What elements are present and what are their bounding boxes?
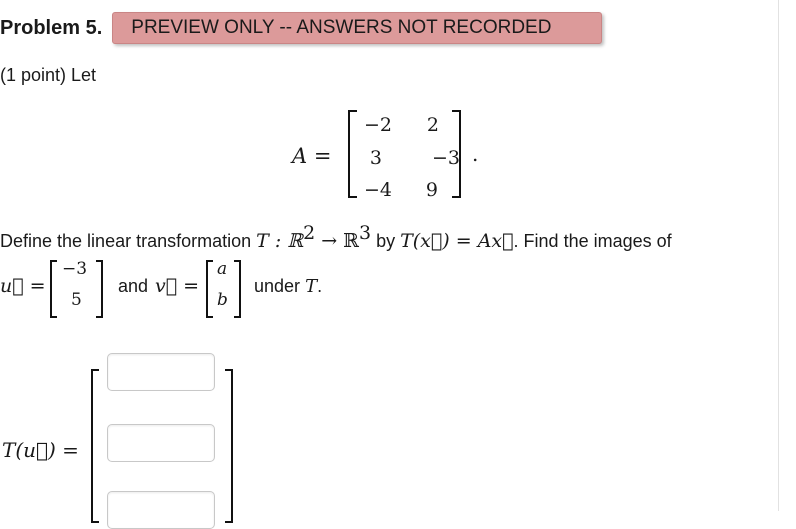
answer-label: T(u⃗) = — [2, 438, 79, 462]
u-left-bracket — [50, 260, 57, 318]
v-component-1: a — [217, 259, 228, 279]
u-vector-label: u⃗ = — [0, 275, 46, 297]
v-right-bracket — [234, 260, 241, 318]
problem-title: Problem 5. — [0, 16, 103, 39]
v-vector-label: v⃗ = — [155, 275, 200, 297]
preview-banner: PREVIEW ONLY -- ANSWERS NOT RECORDED — [112, 12, 603, 44]
answer-input-2[interactable] — [107, 424, 215, 462]
matrix-cell-r3c1: −4 — [363, 179, 392, 201]
matrix-label: A = — [292, 144, 332, 168]
page-right-border — [778, 0, 779, 511]
matrix-cell-r2c2: −3 — [431, 147, 460, 169]
answer-right-bracket — [225, 369, 233, 523]
definition-text: Define the linear transformation T : ℝ2 … — [0, 222, 672, 253]
u-right-bracket — [96, 260, 103, 318]
u-component-1: −3 — [62, 259, 88, 279]
answer-left-bracket — [91, 369, 99, 523]
matrix-cell-r3c2: 9 — [425, 179, 438, 201]
under-text: under T. — [254, 276, 323, 297]
answer-input-1[interactable] — [107, 353, 215, 391]
problem-intro: (1 point) Let — [0, 65, 97, 85]
matrix-period: . — [472, 142, 479, 166]
v-component-2: b — [217, 290, 228, 310]
vectors-line: u⃗ = −3 5 and v⃗ = a b under T. — [0, 258, 600, 318]
matrix-cell-r1c2: 2 — [426, 114, 439, 136]
problem-header: Problem 5. PREVIEW ONLY -- ANSWERS NOT R… — [0, 12, 603, 44]
matrix-cell-r2c1: 3 — [369, 147, 382, 169]
v-left-bracket — [206, 260, 213, 318]
and-text: and — [118, 276, 149, 296]
u-component-2: 5 — [71, 290, 82, 310]
matrix-cell-r1c1: −2 — [363, 114, 392, 136]
answer-input-3[interactable] — [107, 491, 215, 529]
